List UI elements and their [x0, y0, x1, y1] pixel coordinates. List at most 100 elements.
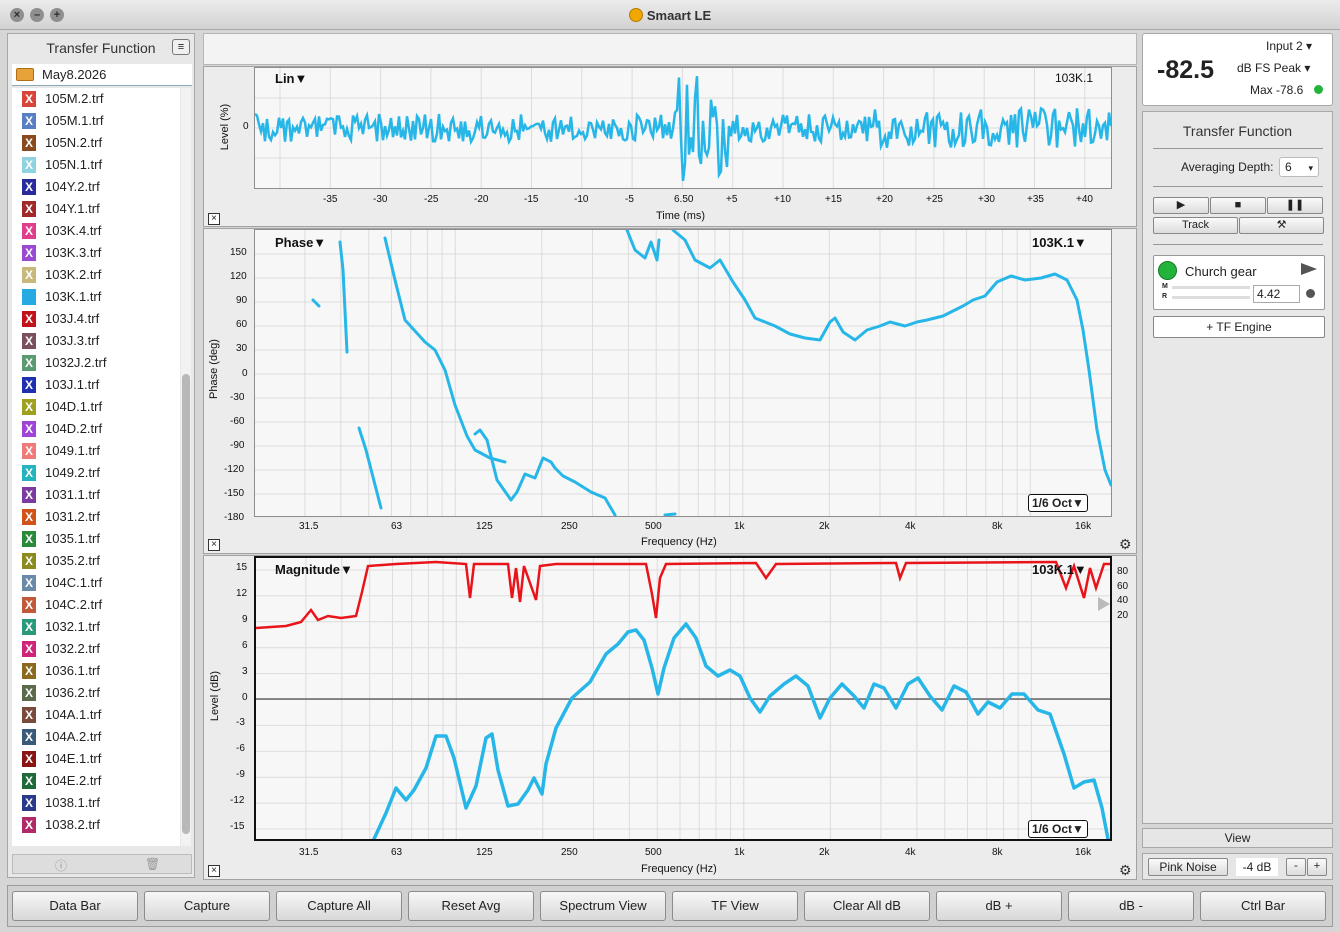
- level-down-button[interactable]: -: [1286, 858, 1306, 876]
- file-list-item[interactable]: X 103K.4.trf: [12, 220, 180, 242]
- reset-avg-button[interactable]: Reset Avg: [408, 891, 534, 921]
- phase-smoothing-dropdown[interactable]: 1/6 Oct▼: [1028, 494, 1088, 512]
- input-selector[interactable]: Input 2 ▾: [1266, 39, 1312, 53]
- hamburger-menu-icon[interactable]: ≡: [172, 39, 190, 55]
- capture-button[interactable]: Capture: [144, 891, 270, 921]
- data-bar-button[interactable]: Data Bar: [12, 891, 138, 921]
- info-icon[interactable]: ⓘ: [55, 857, 67, 874]
- play-engine-icon[interactable]: [1301, 263, 1317, 275]
- stop-button[interactable]: ■: [1210, 197, 1266, 214]
- impulse-mode-dropdown[interactable]: Lin▼: [275, 71, 307, 86]
- close-plot-icon[interactable]: ×: [208, 213, 220, 225]
- magnitude-mode-dropdown[interactable]: Magnitude▼: [275, 562, 353, 577]
- trash-icon[interactable]: 🗑: [145, 857, 160, 871]
- magnitude-y-tick: -12: [230, 795, 245, 807]
- view-button[interactable]: View: [1142, 828, 1333, 848]
- file-list-item[interactable]: X 103J.1.trf: [12, 374, 180, 396]
- file-list-item[interactable]: X 104D.1.trf: [12, 396, 180, 418]
- impulse-x-tick: +40: [1076, 194, 1093, 205]
- tf-view-button[interactable]: TF View: [672, 891, 798, 921]
- tools-icon[interactable]: ⚒: [1239, 217, 1324, 234]
- file-list-item[interactable]: X 104C.2.trf: [12, 594, 180, 616]
- file-list-item[interactable]: X 1035.1.trf: [12, 528, 180, 550]
- delay-field[interactable]: 4.42: [1253, 285, 1300, 303]
- impulse-plot-area[interactable]: [254, 67, 1112, 189]
- file-list-item[interactable]: X 1032.2.trf: [12, 638, 180, 660]
- file-list-item[interactable]: X 1049.1.trf: [12, 440, 180, 462]
- meas-meter-bar: [1172, 286, 1250, 289]
- track-button[interactable]: Track: [1153, 217, 1238, 234]
- trace-file-icon: X: [22, 729, 36, 745]
- generator-level[interactable]: -4 dB: [1236, 858, 1278, 876]
- file-list-item[interactable]: X 103K.3.trf: [12, 242, 180, 264]
- coherence-marker-icon[interactable]: [1098, 597, 1110, 611]
- folder-row[interactable]: May8.2026: [12, 64, 192, 86]
- file-list-item[interactable]: X 105M.2.trf: [12, 88, 180, 110]
- file-list-item[interactable]: X 104Y.1.trf: [12, 198, 180, 220]
- file-list-item[interactable]: X 1031.1.trf: [12, 484, 180, 506]
- file-list-item[interactable]: X 103K.2.trf: [12, 264, 180, 286]
- trace-file-icon: X: [22, 223, 36, 239]
- file-list-item[interactable]: X 1035.2.trf: [12, 550, 180, 572]
- file-list-scrollbar[interactable]: [181, 88, 191, 846]
- file-list-item[interactable]: X 1032.1.trf: [12, 616, 180, 638]
- ctrl-bar-button[interactable]: Ctrl Bar: [1200, 891, 1326, 921]
- play-button[interactable]: ▶: [1153, 197, 1209, 214]
- close-plot-icon[interactable]: ×: [208, 539, 220, 551]
- phase-y-tick: 150: [230, 247, 247, 258]
- magnitude-x-tick: 250: [561, 847, 578, 858]
- close-plot-icon[interactable]: ×: [208, 865, 220, 877]
- file-list-item[interactable]: X 103J.3.trf: [12, 330, 180, 352]
- file-list-item[interactable]: X 103J.4.trf: [12, 308, 180, 330]
- db-button[interactable]: dB +: [936, 891, 1062, 921]
- averaging-select[interactable]: 6 ▾: [1279, 157, 1319, 177]
- clear-all-db-button[interactable]: Clear All dB: [804, 891, 930, 921]
- file-list-item[interactable]: X 104A.1.trf: [12, 704, 180, 726]
- scrollbar-thumb[interactable]: [182, 374, 190, 834]
- file-list-item[interactable]: X 104C.1.trf: [12, 572, 180, 594]
- file-list-item[interactable]: X 1036.1.trf: [12, 660, 180, 682]
- file-list-item[interactable]: X 1031.2.trf: [12, 506, 180, 528]
- magnitude-y-tick: 3: [242, 665, 248, 677]
- phase-mode-dropdown[interactable]: Phase▼: [275, 235, 326, 250]
- gear-icon[interactable]: ⚙: [1119, 862, 1132, 879]
- file-list-item[interactable]: X 1032J.2.trf: [12, 352, 180, 374]
- record-icon[interactable]: [1306, 289, 1315, 298]
- capture-all-button[interactable]: Capture All: [276, 891, 402, 921]
- file-list-item[interactable]: X 1049.2.trf: [12, 462, 180, 484]
- file-list-item[interactable]: X 1038.2.trf: [12, 814, 180, 836]
- spectrum-view-button[interactable]: Spectrum View: [540, 891, 666, 921]
- file-list-item[interactable]: 103K.1.trf: [12, 286, 180, 308]
- gear-icon[interactable]: ⚙: [1119, 536, 1132, 553]
- level-up-button[interactable]: +: [1307, 858, 1327, 876]
- file-name: 103K.2.trf: [45, 267, 102, 282]
- pink-noise-button[interactable]: Pink Noise: [1148, 858, 1228, 876]
- file-list-item[interactable]: X 1036.2.trf: [12, 682, 180, 704]
- file-list-item[interactable]: X 1038.1.trf: [12, 792, 180, 814]
- pause-button[interactable]: ❚❚: [1267, 197, 1323, 214]
- file-list-item[interactable]: X 104E.2.trf: [12, 770, 180, 792]
- file-name: 1036.2.trf: [45, 685, 100, 700]
- file-list-item[interactable]: X 105N.2.trf: [12, 132, 180, 154]
- file-list-item[interactable]: X 104A.2.trf: [12, 726, 180, 748]
- magnitude-trace-dropdown[interactable]: 103K.1▼: [1032, 562, 1087, 577]
- tf-engine-card: Church gear M R 4.42: [1153, 255, 1325, 310]
- add-tf-engine-button[interactable]: + TF Engine: [1153, 316, 1325, 338]
- magnitude-plot-area[interactable]: [254, 556, 1112, 841]
- file-list-item[interactable]: X 104E.1.trf: [12, 748, 180, 770]
- trace-file-icon: X: [22, 773, 36, 789]
- engine-status-icon[interactable]: [1158, 261, 1177, 280]
- file-list-item[interactable]: X 105N.1.trf: [12, 154, 180, 176]
- trace-file-icon: X: [22, 443, 36, 459]
- db-button[interactable]: dB -: [1068, 891, 1194, 921]
- file-list-item[interactable]: X 104D.2.trf: [12, 418, 180, 440]
- file-list-item[interactable]: X 105M.1.trf: [12, 110, 180, 132]
- phase-y-axis-title: Phase (deg): [207, 339, 220, 399]
- file-list-item[interactable]: X 104Y.2.trf: [12, 176, 180, 198]
- phase-plot-area[interactable]: [254, 229, 1112, 517]
- magnitude-smoothing-dropdown[interactable]: 1/6 Oct▼: [1028, 820, 1088, 838]
- file-name: 103J.3.trf: [45, 333, 100, 348]
- impulse-x-axis-title: Time (ms): [656, 210, 706, 222]
- phase-trace-dropdown[interactable]: 103K.1▼: [1032, 235, 1087, 250]
- meter-unit-selector[interactable]: dB FS Peak ▾: [1237, 61, 1310, 75]
